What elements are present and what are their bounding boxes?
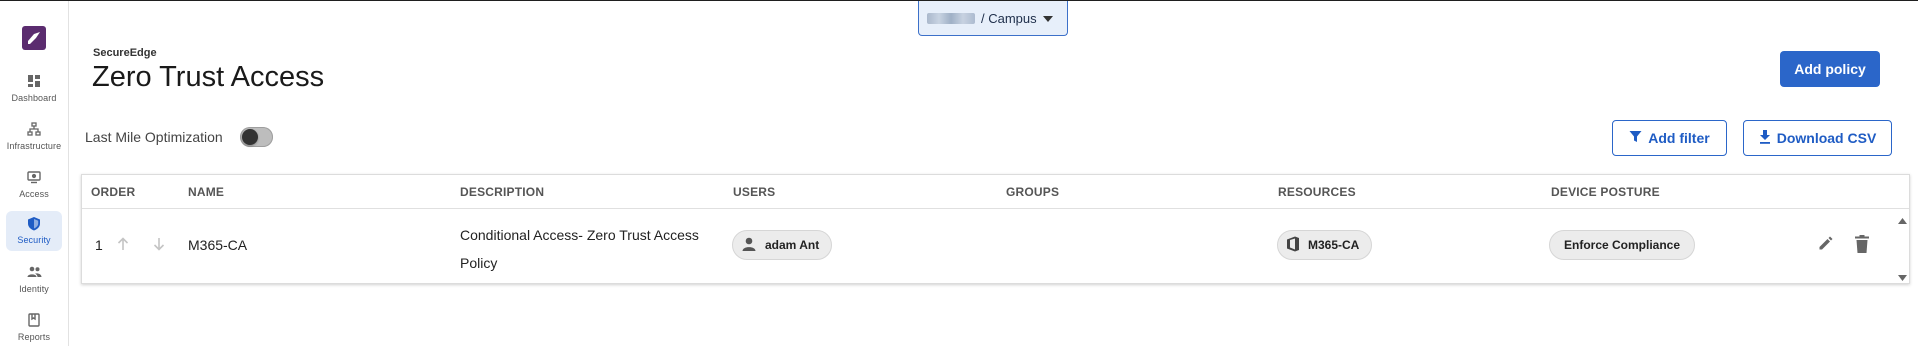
sidebar-item-label: Security — [17, 235, 51, 245]
sidebar-item-dashboard[interactable]: Dashboard — [6, 69, 62, 109]
add-policy-button[interactable]: Add policy — [1780, 51, 1880, 87]
sidebar-item-identity[interactable]: Identity — [6, 260, 62, 300]
table-row[interactable]: 1 M365-CA Conditional Access- Zero Trust… — [82, 209, 1909, 281]
toggle-knob — [242, 129, 258, 145]
sidebar-item-reports[interactable]: Reports — [6, 308, 62, 348]
sidebar-item-label: Reports — [17, 332, 51, 342]
resource-chip[interactable]: M365-CA — [1277, 230, 1373, 260]
delete-icon[interactable] — [1855, 235, 1869, 258]
policies-table: ORDER NAME DESCRIPTION USERS GROUPS RESO… — [81, 174, 1910, 284]
last-mile-optimization-toggle[interactable] — [240, 127, 273, 147]
sidebar-item-infrastructure[interactable]: Infrastructure — [6, 117, 62, 157]
column-header-users[interactable]: USERS — [733, 185, 775, 199]
user-chip[interactable]: adam Ant — [732, 230, 833, 260]
column-header-description[interactable]: DESCRIPTION — [460, 185, 544, 199]
row-name: M365-CA — [188, 237, 248, 253]
logo-icon — [28, 32, 40, 44]
workspace-label: / Campus — [981, 10, 1037, 26]
workspace-selector[interactable]: / Campus — [918, 1, 1068, 36]
filter-icon — [1629, 130, 1642, 146]
book-icon — [28, 312, 40, 328]
move-down-icon[interactable] — [153, 237, 165, 256]
scroll-down-icon[interactable] — [1898, 268, 1907, 286]
download-csv-button[interactable]: Download CSV — [1743, 120, 1892, 156]
column-header-device-posture[interactable]: DEVICE POSTURE — [1551, 185, 1660, 199]
device-posture-chip[interactable]: Enforce Compliance — [1549, 230, 1696, 260]
last-mile-optimization-label: Last Mile Optimization — [85, 129, 223, 145]
user-chip-label: adam Ant — [765, 238, 820, 252]
shield-icon — [27, 215, 41, 231]
sidebar-item-label: Identity — [19, 284, 49, 294]
office-icon — [1286, 236, 1300, 255]
move-up-icon[interactable] — [117, 237, 129, 256]
access-icon — [27, 169, 41, 185]
add-filter-button[interactable]: Add filter — [1612, 120, 1727, 156]
column-header-groups[interactable]: GROUPS — [1006, 185, 1059, 199]
workspace-name-redacted — [927, 12, 975, 24]
dashboard-icon — [27, 73, 41, 89]
people-icon — [27, 264, 42, 280]
row-description: Conditional Access- Zero Trust Access Po… — [460, 227, 699, 271]
page-title: Zero Trust Access — [92, 61, 325, 93]
table-header: ORDER NAME DESCRIPTION USERS GROUPS RESO… — [82, 175, 1909, 209]
person-icon — [741, 236, 757, 255]
row-order: 1 — [95, 237, 103, 253]
scroll-up-icon[interactable] — [1898, 211, 1907, 229]
brand-label: SecureEdge — [93, 47, 157, 59]
sidebar-item-security[interactable]: Security — [6, 211, 62, 251]
sidebar-item-label: Access — [19, 189, 49, 199]
infrastructure-icon — [27, 121, 41, 137]
app-logo[interactable] — [22, 26, 46, 50]
sidebar-item-access[interactable]: Access — [6, 165, 62, 205]
download-csv-label: Download CSV — [1776, 130, 1877, 146]
sidebar-item-label: Dashboard — [11, 93, 57, 103]
device-posture-label: Enforce Compliance — [1564, 238, 1681, 252]
caret-down-icon — [1043, 9, 1053, 27]
edit-icon[interactable] — [1818, 235, 1834, 256]
add-filter-label: Add filter — [1648, 130, 1710, 146]
column-header-order[interactable]: ORDER — [91, 185, 135, 199]
resource-chip-label: M365-CA — [1308, 238, 1360, 252]
sidebar-item-label: Infrastructure — [6, 141, 62, 151]
column-header-resources[interactable]: RESOURCES — [1278, 185, 1356, 199]
download-icon — [1759, 129, 1771, 147]
column-header-name[interactable]: NAME — [188, 185, 224, 199]
sidebar-nav: Dashboard Infrastructure Access Security… — [0, 1, 69, 346]
